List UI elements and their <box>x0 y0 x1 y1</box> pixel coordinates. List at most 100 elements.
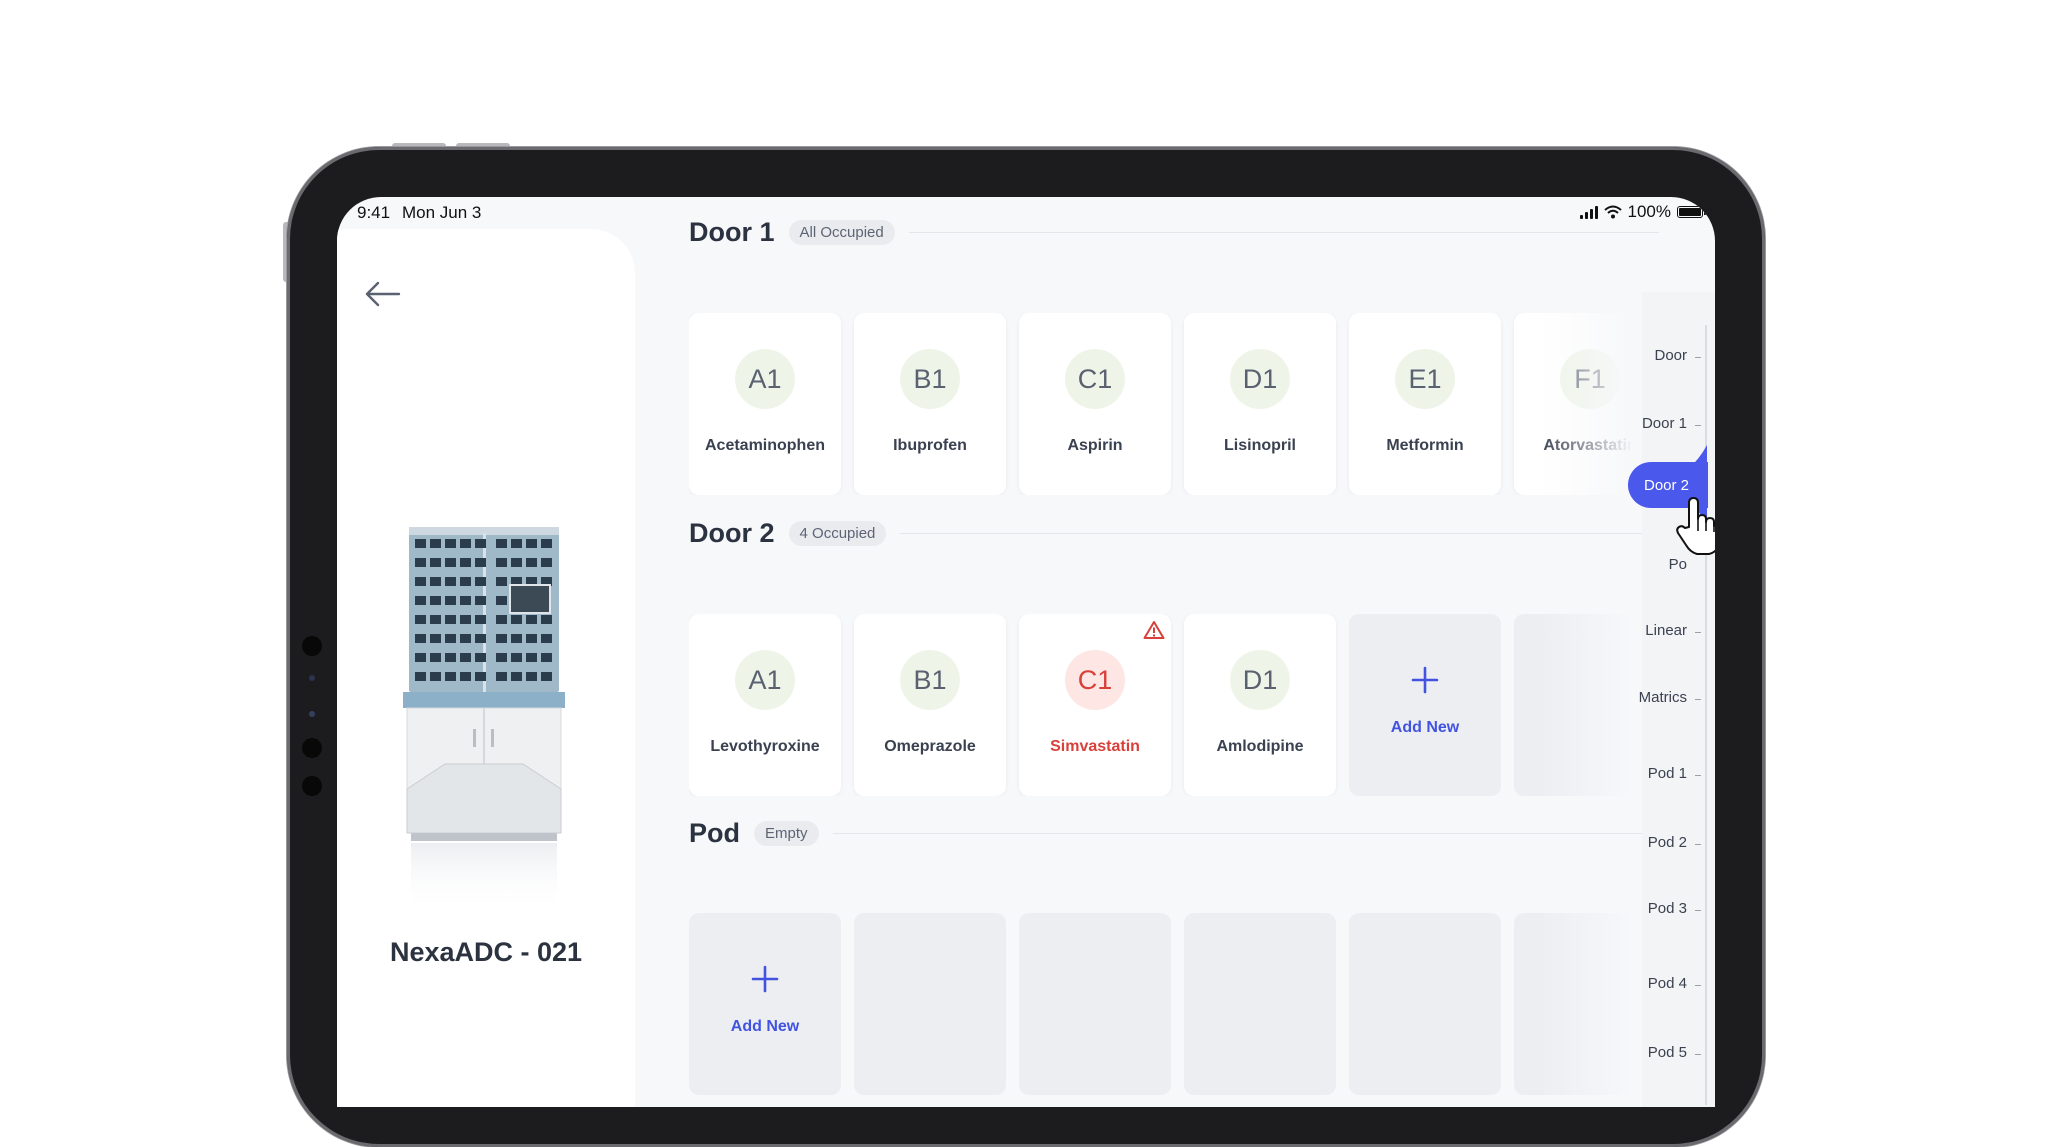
empty-slot <box>1514 614 1634 796</box>
slot-card[interactable]: A1 Levothyroxine <box>689 614 841 796</box>
drawer-cell <box>526 653 537 662</box>
drawer-cell <box>415 539 426 548</box>
slot-code: F1 <box>1560 349 1620 409</box>
empty-slot <box>1019 913 1171 1095</box>
drawer-cell <box>526 558 537 567</box>
slot-card[interactable]: F1 Atorvastatin <box>1514 313 1634 495</box>
battery-icon <box>1677 206 1706 218</box>
drawer-cell <box>511 634 522 643</box>
slot-card-alert[interactable]: C1 Simvastatin <box>1019 614 1171 796</box>
camera-dot <box>302 636 322 656</box>
slot-code: D1 <box>1230 650 1290 710</box>
medication-name: Metformin <box>1386 437 1464 454</box>
drawer-cell <box>445 577 456 586</box>
add-new-slot-button[interactable]: Add New <box>1349 614 1501 796</box>
index-item-pod-1[interactable]: Pod 1 <box>1648 765 1687 782</box>
drawer-cell <box>460 615 471 624</box>
section-header-door-1: Door 1 All Occupied <box>689 214 1659 250</box>
drawer-cell <box>445 558 456 567</box>
camera-dot <box>302 738 322 758</box>
drawer-cell <box>541 558 552 567</box>
slot-card[interactable]: D1 Lisinopril <box>1184 313 1336 495</box>
drawer-cell <box>430 653 441 662</box>
slot-code: A1 <box>735 349 795 409</box>
drawer-cell <box>415 672 426 681</box>
drawer-cell <box>445 596 456 605</box>
drawer-cell <box>541 539 552 548</box>
drawer-cell <box>475 653 486 662</box>
drawer-cell <box>445 672 456 681</box>
index-tick <box>1695 910 1701 911</box>
drawer-cell <box>430 634 441 643</box>
medication-name: Levothyroxine <box>710 738 820 755</box>
add-new-slot-button[interactable]: Add New <box>689 913 841 1095</box>
drawer-cell <box>460 596 471 605</box>
drawer-cell <box>430 672 441 681</box>
slot-card[interactable]: E1 Metformin <box>1349 313 1501 495</box>
drawer-cell <box>541 653 552 662</box>
index-item-door-1[interactable]: Door 1 <box>1642 415 1687 432</box>
drawer-cell <box>460 634 471 643</box>
drawer-cell <box>445 653 456 662</box>
index-tick <box>1695 844 1701 845</box>
medication-name: Omeprazole <box>884 738 976 755</box>
drawer-cell <box>415 558 426 567</box>
slot-card[interactable]: B1 Ibuprofen <box>854 313 1006 495</box>
index-item-pod[interactable]: Po <box>1669 556 1687 573</box>
index-item-pod-3[interactable]: Pod 3 <box>1648 900 1687 917</box>
section-header-door-2: Door 2 4 Occupied <box>689 515 1659 551</box>
drawer-cell <box>511 615 522 624</box>
drawer-cell <box>460 577 471 586</box>
index-item-pod-4[interactable]: Pod 4 <box>1648 975 1687 992</box>
slot-card[interactable]: B1 Omeprazole <box>854 614 1006 796</box>
drawer-cell <box>460 539 471 548</box>
slot-card[interactable]: D1 Amlodipine <box>1184 614 1336 796</box>
empty-slot <box>1514 913 1634 1095</box>
drawer-cell <box>445 634 456 643</box>
device-panel: NexaADC - 021 <box>337 229 635 1107</box>
slot-code: D1 <box>1230 349 1290 409</box>
slot-card[interactable]: A1 Acetaminophen <box>689 313 841 495</box>
drawer-cell <box>460 653 471 662</box>
app-screen: 9:41 Mon Jun 3 100% NexaADC - 021 Door 1… <box>337 197 1715 1107</box>
section-title: Pod <box>689 817 740 848</box>
section-title: Door 2 <box>689 517 775 548</box>
camera-sensor <box>309 675 315 681</box>
drawer-cell <box>496 539 507 548</box>
drawer-cell <box>496 615 507 624</box>
index-tick <box>1695 775 1701 776</box>
drawer-cell <box>526 615 537 624</box>
camera-sensor <box>309 711 315 717</box>
arrow-left-icon[interactable] <box>361 274 405 314</box>
drawer-cell <box>541 615 552 624</box>
index-item-linear[interactable]: Linear <box>1645 622 1687 639</box>
drawer-cell <box>496 653 507 662</box>
drawer-cell <box>475 672 486 681</box>
medication-name: Acetaminophen <box>704 437 825 454</box>
index-tick <box>1695 1054 1701 1055</box>
section-header-pod: Pod Empty <box>689 815 1659 851</box>
drawer-cell <box>511 558 522 567</box>
index-item-pod-5[interactable]: Pod 5 <box>1648 1044 1687 1061</box>
hand-pointer-icon <box>1676 497 1715 555</box>
drawer-cell <box>496 672 507 681</box>
medication-name: Lisinopril <box>1224 437 1296 454</box>
drawer-cell <box>526 539 537 548</box>
cabinet-image <box>403 527 565 913</box>
index-item-door[interactable]: Door <box>1654 347 1687 364</box>
empty-slot <box>1184 913 1336 1095</box>
section-divider <box>832 832 1659 834</box>
section-divider <box>900 532 1659 534</box>
medication-name: Ibuprofen <box>893 437 967 454</box>
slot-card[interactable]: C1 Aspirin <box>1019 313 1171 495</box>
camera-dot <box>302 776 322 796</box>
drawer-cell <box>475 615 486 624</box>
plus-icon <box>1411 666 1439 694</box>
index-item-pod-2[interactable]: Pod 2 <box>1648 834 1687 851</box>
drawer-cell <box>496 577 507 586</box>
section-divider <box>908 231 1659 233</box>
status-badge: Empty <box>754 820 819 846</box>
index-item-matrics[interactable]: Matrics <box>1639 689 1687 706</box>
status-date: Mon Jun 3 <box>402 203 482 222</box>
drawer-cell <box>460 558 471 567</box>
